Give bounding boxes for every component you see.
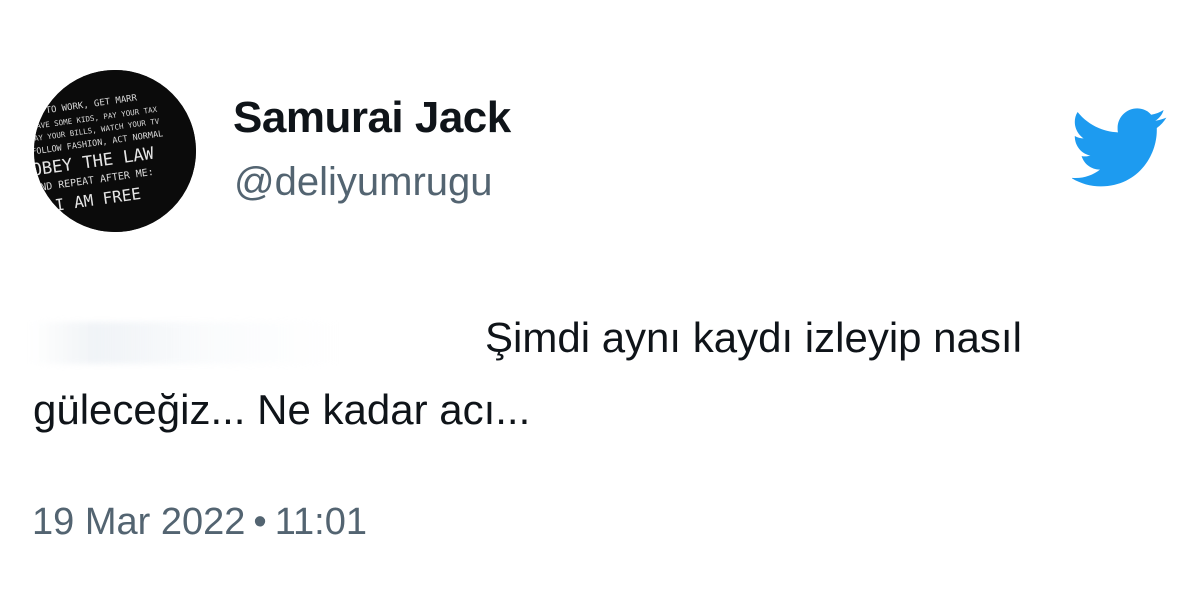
tweet-text: Şimdi aynı kaydı izleyip nasıl güleceğiz… [33,314,1022,433]
avatar-image: TO WORK, GET MARR HAVE SOME KIDS, PAY YO… [34,70,196,232]
tweet-timestamp[interactable]: 19 Mar 2022 • 11:01 [32,498,367,546]
author-display-name[interactable]: Samurai Jack [233,92,511,144]
tweet-date: 19 Mar 2022 [32,501,246,543]
author-handle[interactable]: @deliyumrugu [234,158,493,206]
avatar[interactable]: TO WORK, GET MARR HAVE SOME KIDS, PAY YO… [34,70,196,232]
tweet-time: 11:01 [274,501,367,543]
twitter-bird-icon[interactable] [1070,108,1168,188]
meta-separator: • [253,501,267,543]
